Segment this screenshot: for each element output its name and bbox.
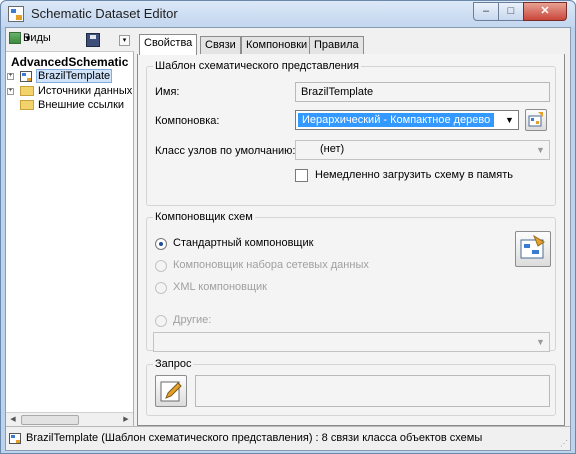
builder-group-title: Компоновщик схем <box>153 211 255 223</box>
standard-builder-label: Стандартный компоновщик <box>173 237 314 249</box>
window-title: Schematic Dataset Editor <box>31 6 178 21</box>
load-schema-checkbox[interactable] <box>295 169 308 182</box>
tree-horizontal-scrollbar[interactable]: ◀ ▶ <box>6 412 133 426</box>
tab-layouts[interactable]: Компоновки <box>241 36 313 54</box>
tree-item-label: BrazilTemplate <box>36 69 113 83</box>
layout-combo[interactable]: Иерархический - Компактное дерево ▼ <box>295 110 519 130</box>
other-builder-radio[interactable] <box>155 315 167 327</box>
save-icon[interactable] <box>86 33 100 47</box>
name-field[interactable]: BrazilTemplate <box>295 82 550 102</box>
template-group: Шаблон схематического представления Имя:… <box>146 60 556 206</box>
scroll-left-icon[interactable]: ◀ <box>6 414 20 426</box>
pencil-icon <box>160 381 182 402</box>
name-label: Имя: <box>155 86 180 98</box>
other-builder-label: Другие: <box>173 314 212 326</box>
scroll-right-icon[interactable]: ▶ <box>119 414 133 426</box>
node-class-value: (нет) <box>320 143 345 155</box>
chevron-down-icon[interactable]: ▼ <box>532 141 549 159</box>
minimize-button[interactable]: – <box>473 2 499 21</box>
xml-builder-label: XML компоновщик <box>173 281 267 293</box>
load-schema-label: Немедленно загрузить схему в память <box>315 169 513 181</box>
expander-icon[interactable]: + <box>7 73 14 80</box>
tree-item-label: Внешние ссылки <box>38 99 125 111</box>
app-icon <box>8 6 24 22</box>
client-area: Виды ▼ ▾ AdvancedSchematic + BrazilTempla… <box>5 27 571 451</box>
query-field[interactable] <box>195 375 550 407</box>
builder-group: Компоновщик схем Стандартный компоновщик… <box>146 211 556 352</box>
standard-builder-radio[interactable] <box>155 238 167 250</box>
resize-grip-icon[interactable]: ⋰ <box>560 439 568 448</box>
template-status-icon <box>9 432 21 444</box>
title-bar[interactable]: Schematic Dataset Editor – □ ✕ <box>1 1 575 27</box>
template-icon <box>20 70 32 82</box>
node-class-label: Класс узлов по умолчанию: <box>155 145 296 157</box>
other-builder-combo[interactable]: ▼ <box>153 332 550 352</box>
status-bar: BrazilTemplate (Шаблон схематического пр… <box>6 426 570 450</box>
layout-properties-button[interactable] <box>525 109 547 131</box>
expander-icon[interactable]: + <box>7 88 14 95</box>
folder-icon <box>20 85 34 97</box>
network-builder-radio[interactable] <box>155 260 167 272</box>
layout-label: Компоновка: <box>155 115 220 127</box>
views-label: Виды <box>23 32 51 44</box>
properties-panel: Шаблон схематического представления Имя:… <box>137 54 565 426</box>
chevron-down-icon[interactable]: ▼ <box>501 111 518 129</box>
layout-combo-value: Иерархический - Компактное дерево <box>298 113 495 127</box>
properties-pane: Свойства Связи Компоновки Правила Шаблон… <box>137 28 570 426</box>
tab-links[interactable]: Связи <box>200 36 241 54</box>
tree-toolbar: Виды ▼ ▾ <box>6 28 134 52</box>
status-text: BrazilTemplate (Шаблон схематического пр… <box>26 432 483 444</box>
query-group: Запрос <box>146 358 556 416</box>
template-group-title: Шаблон схематического представления <box>153 60 361 72</box>
maximize-button[interactable]: □ <box>498 2 524 21</box>
query-edit-button[interactable] <box>155 375 187 407</box>
tab-properties[interactable]: Свойства <box>139 34 198 55</box>
network-builder-label: Компоновщик набора сетевых данных <box>173 259 369 271</box>
query-group-title: Запрос <box>153 358 194 370</box>
chevron-down-icon[interactable]: ▼ <box>532 333 549 351</box>
folder-icon <box>20 99 34 111</box>
tab-rules[interactable]: Правила <box>309 36 364 54</box>
tree-root-item[interactable]: AdvancedSchematic <box>11 55 128 69</box>
views-dropdown[interactable]: Виды ▼ <box>9 32 51 48</box>
tree-item-label: Источники данных <box>38 85 133 97</box>
node-class-combo[interactable]: (нет) ▼ <box>295 140 550 160</box>
builder-properties-icon <box>520 234 545 259</box>
scroll-thumb[interactable] <box>21 415 79 425</box>
app-window: Schematic Dataset Editor – □ ✕ Виды ▼ ▾ A… <box>0 0 576 454</box>
toolbar-overflow-button[interactable]: ▾ <box>119 35 130 46</box>
tree-pane: Виды ▼ ▾ AdvancedSchematic + BrazilTempla… <box>6 28 134 426</box>
builder-properties-button[interactable] <box>515 231 551 267</box>
layout-properties-icon <box>528 112 543 127</box>
views-icon <box>9 32 21 45</box>
close-button[interactable]: ✕ <box>523 2 567 21</box>
xml-builder-radio[interactable] <box>155 282 167 294</box>
